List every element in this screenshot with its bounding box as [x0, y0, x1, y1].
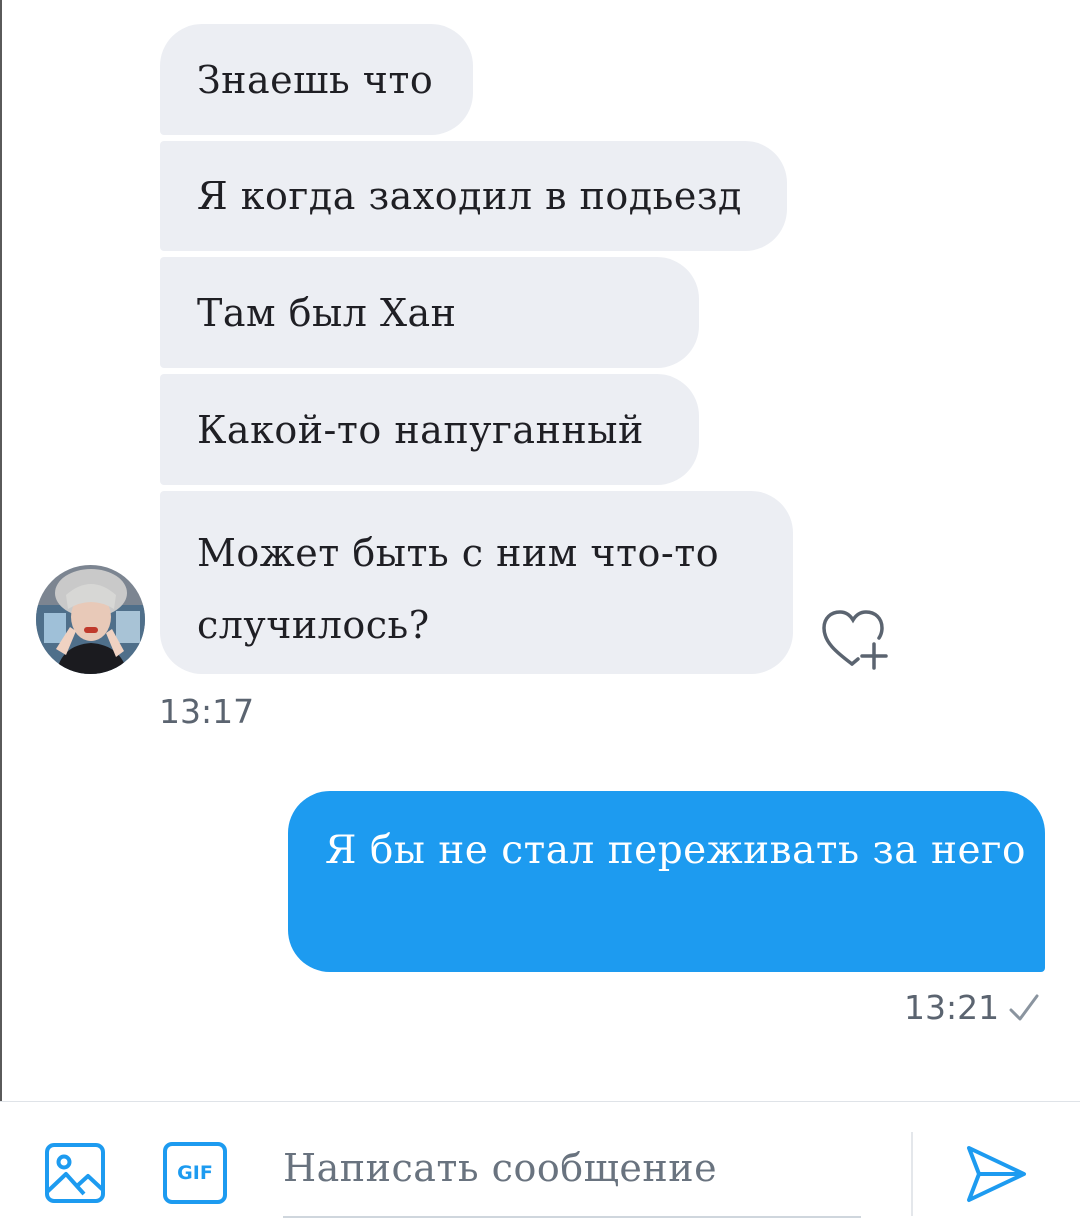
gif-label: GIF — [177, 1162, 213, 1184]
message-input[interactable]: Написать сообщение — [283, 1142, 861, 1218]
outgoing-message[interactable]: Я бы не стал переживать за него — [288, 791, 1045, 972]
message-text: Знаешь что — [197, 57, 434, 102]
message-input-placeholder: Написать сообщение — [283, 1146, 718, 1190]
heart-plus-icon[interactable] — [818, 606, 890, 670]
incoming-message[interactable]: Там был Хан — [160, 257, 699, 368]
message-text: Там был Хан — [197, 290, 457, 335]
incoming-message[interactable]: Какой-то напуганный — [160, 374, 699, 485]
incoming-message[interactable]: Может быть с ним что-то случилось? — [160, 491, 793, 674]
message-timestamp: 13:21 — [904, 988, 1000, 1027]
message-text: Я когда заходил в подьезд — [197, 174, 742, 218]
image-icon[interactable] — [44, 1142, 106, 1204]
message-timestamp: 13:17 — [159, 692, 255, 731]
message-composer: GIF Написать сообщение — [0, 1101, 1080, 1231]
avatar[interactable] — [36, 565, 145, 674]
divider — [911, 1132, 913, 1216]
screen-edge — [0, 0, 2, 1230]
message-text: Какой-то напуганный — [197, 407, 644, 452]
incoming-message[interactable]: Знаешь что — [160, 24, 473, 135]
gif-button[interactable]: GIF — [163, 1142, 227, 1204]
incoming-message[interactable]: Я когда заходил в подьезд — [160, 141, 787, 251]
avatar-photo — [36, 565, 145, 674]
message-text: Я бы не стал переживать за него — [325, 828, 1026, 873]
message-text: Может быть с ним что-то случилось? — [197, 531, 720, 647]
checkmark-icon — [1009, 994, 1039, 1021]
send-icon[interactable] — [964, 1144, 1028, 1204]
